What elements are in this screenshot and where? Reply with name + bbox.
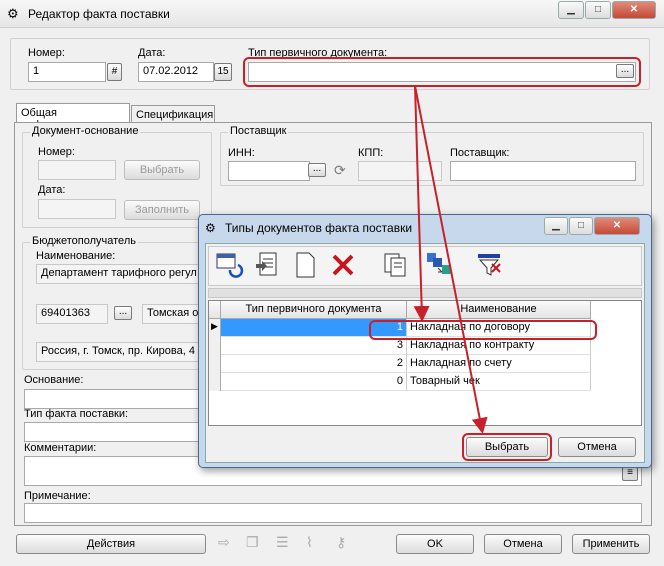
tab-specification[interactable]: Спецификация — [131, 105, 215, 123]
row-highlight — [369, 320, 597, 340]
refresh-icon[interactable]: ⟳ — [334, 162, 346, 179]
toolbar-refresh-icon[interactable] — [212, 248, 246, 282]
grid-cell-code[interactable]: 0 — [221, 373, 407, 391]
recipient-code-input: 69401363 — [36, 304, 108, 324]
inn-input[interactable] — [228, 161, 310, 181]
comments-label: Комментарии: — [24, 442, 97, 454]
doc-types-grid: Тип первичного документа Наименование ▶ … — [208, 300, 642, 426]
inn-lookup-button[interactable]: ... — [308, 163, 326, 177]
basis-date-label: Дата: — [38, 184, 66, 196]
copy-doc-icon[interactable]: ❐ — [246, 534, 264, 552]
basis-select-button[interactable]: Выбрать — [124, 160, 200, 180]
title-bar: ⚙ Редактор факта поставки ▁ □ ✕ — [0, 0, 664, 28]
dialog-separator — [208, 288, 642, 298]
number-label: Номер: — [28, 47, 65, 59]
select-highlight — [462, 433, 552, 461]
minimize-button[interactable]: ▁ — [558, 1, 584, 19]
fact-type-input[interactable] — [24, 422, 200, 442]
number-input[interactable]: 1 — [28, 62, 106, 82]
supplier-group-label: Поставщик — [228, 125, 289, 137]
dialog-close-button[interactable]: ✕ — [594, 217, 640, 235]
number-hash-button[interactable]: # — [107, 63, 122, 81]
window-title: Редактор факта поставки — [28, 7, 170, 21]
key-icon[interactable]: ⚷ — [336, 534, 354, 552]
tab-general[interactable]: Общая информация — [16, 103, 130, 131]
recipient-name-input: Департамент тарифного регул — [36, 264, 202, 284]
dialog-cancel-button[interactable]: Отмена — [558, 437, 636, 457]
date-label: Дата: — [138, 47, 166, 59]
kpp-input — [358, 161, 442, 181]
basis-field-label: Основание: — [24, 374, 84, 386]
toolbar-copy-icon[interactable] — [378, 248, 412, 282]
grid-row-indicator: ▶ — [209, 319, 221, 391]
cancel-button[interactable]: Отмена — [484, 534, 562, 554]
grid-cell-code[interactable]: 2 — [221, 355, 407, 373]
app-icon: ⚙ — [7, 6, 19, 21]
dialog-body: Тип первичного документа Наименование ▶ … — [205, 243, 645, 463]
doc-types-dialog: ⚙ Типы документов факта поставки ▁ □ ✕ Т… — [198, 214, 652, 468]
grid-corner — [209, 301, 221, 319]
basis-group-label: Документ-основание — [30, 125, 141, 137]
ok-button[interactable]: OK — [396, 534, 474, 554]
toolbar-filter-icon[interactable] — [472, 248, 506, 282]
basis-number-label: Номер: — [38, 146, 75, 158]
dialog-title: Типы документов факта поставки — [225, 221, 413, 235]
note-input[interactable] — [24, 503, 642, 523]
supplier-name-input[interactable] — [450, 161, 636, 181]
recipient-city-input: Томская о — [142, 304, 202, 324]
toolbar-edit-icon[interactable] — [250, 248, 284, 282]
note-label: Примечание: — [24, 490, 91, 502]
attach-icon[interactable]: ⌇ — [306, 534, 324, 552]
dialog-app-icon: ⚙ — [205, 221, 216, 235]
basis-fill-button[interactable]: Заполнить — [124, 200, 200, 220]
doc-type-highlight — [243, 57, 641, 87]
actions-button[interactable]: Действия — [16, 534, 206, 554]
grid-cell-name[interactable]: Накладная по счету — [407, 355, 591, 373]
comments-edit-icon[interactable]: ≡ — [622, 467, 638, 481]
basis-field-input[interactable] — [24, 389, 200, 409]
list-doc-icon[interactable]: ☰ — [276, 534, 294, 552]
calendar-button[interactable]: 15 — [214, 63, 232, 81]
recipient-lookup-button[interactable]: ... — [114, 306, 132, 320]
recipient-address-input: Россия, г. Томск, пр. Кирова, 4 — [36, 342, 202, 362]
toolbar-delete-icon[interactable] — [326, 248, 360, 282]
maximize-button[interactable]: □ — [585, 1, 611, 19]
close-button[interactable]: ✕ — [612, 1, 656, 19]
toolbar-hierarchy-icon[interactable] — [422, 248, 456, 282]
basis-number-input — [38, 160, 116, 180]
toolbar-new-doc-icon[interactable] — [288, 248, 322, 282]
dialog-minimize-button[interactable]: ▁ — [544, 217, 568, 235]
grid-cell-name[interactable]: Товарный чек — [407, 373, 591, 391]
basis-date-input — [38, 199, 116, 219]
apply-button[interactable]: Применить — [572, 534, 650, 554]
date-input[interactable]: 07.02.2012 — [138, 62, 214, 82]
recipient-group-label: Бюджетополучатель — [30, 235, 138, 247]
kpp-label: КПП: — [358, 147, 384, 159]
recipient-name-label: Наименование: — [36, 250, 116, 262]
grid-header-name[interactable]: Наименование — [407, 301, 591, 319]
fact-type-label: Тип факта поставки: — [24, 408, 129, 420]
current-row-arrow-icon: ▶ — [211, 321, 218, 331]
inn-label: ИНН: — [228, 147, 255, 159]
dialog-maximize-button[interactable]: □ — [569, 217, 593, 235]
supplier-name-label: Поставщик: — [450, 147, 510, 159]
grid-header-type[interactable]: Тип первичного документа — [221, 301, 407, 319]
forward-doc-icon[interactable]: ⇨ — [218, 534, 236, 552]
